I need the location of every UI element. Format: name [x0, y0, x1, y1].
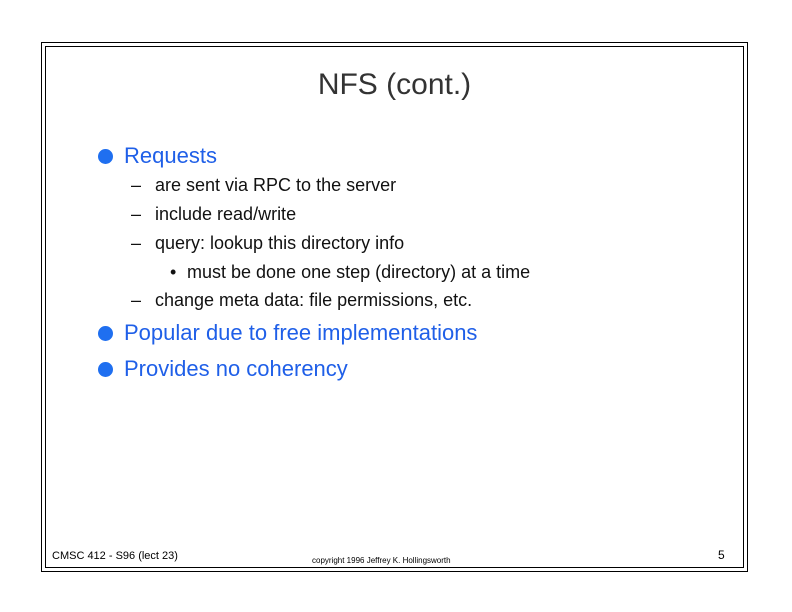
sub-sub-item: • must be done one step (directory) at a … — [170, 262, 530, 283]
bullet-dot-icon — [98, 325, 113, 341]
dash-marker: – — [131, 233, 142, 253]
slide-title: NFS (cont.) — [317, 68, 472, 101]
bullet-label: Popular due to free implementations — [124, 320, 478, 345]
bullet-requests: Requests — [98, 143, 217, 169]
bullet-label: Provides no coherency — [124, 356, 348, 381]
bullet-label: Requests — [124, 143, 217, 168]
sub-item-text: query: lookup this directory info — [155, 233, 405, 253]
bullet-coherency: Provides no coherency — [98, 356, 348, 382]
bullet-dot-icon — [98, 361, 113, 377]
sub-item-text: include read/write — [155, 204, 297, 224]
sub-item: – are sent via RPC to the server — [131, 175, 396, 196]
dash-marker: – — [131, 290, 142, 310]
bullet-dot-icon — [98, 148, 113, 164]
footer-course: CMSC 412 - S96 (lect 23) — [52, 550, 178, 562]
sub-item-text: change meta data: file permissions, etc. — [155, 290, 473, 310]
sub-item: – change meta data: file permissions, etc… — [131, 290, 472, 311]
page-number: 5 — [718, 548, 725, 562]
dash-marker: – — [131, 175, 142, 195]
sub-item-text: are sent via RPC to the server — [155, 175, 397, 195]
dash-marker: – — [131, 204, 142, 224]
bullet-marker: • — [170, 262, 177, 282]
sub-item: – query: lookup this directory info — [131, 233, 404, 254]
sub-sub-item-text: must be done one step (directory) at a t… — [187, 262, 531, 282]
sub-item: – include read/write — [131, 204, 296, 225]
footer-copyright: copyright 1996 Jeffrey K. Hollingsworth — [312, 556, 451, 565]
bullet-popular: Popular due to free implementations — [98, 320, 477, 346]
